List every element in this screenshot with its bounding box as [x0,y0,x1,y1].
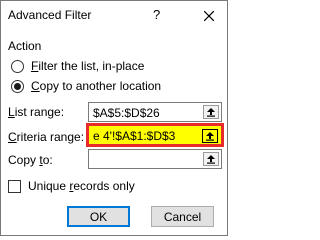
radio-copy-to-location[interactable]: Copy to another location [11,78,161,94]
advanced-filter-dialog: Advanced Filter ? Action Filter the list… [0,0,228,236]
unique-records-label: Unique records only [28,179,135,193]
title-bar: Advanced Filter ? [1,1,227,31]
close-button[interactable] [191,1,227,31]
radio-button[interactable] [11,59,24,73]
radio-filter-in-place[interactable]: Filter the list, in-place [11,58,144,74]
collapse-dialog-icon [207,155,215,164]
collapse-dialog-icon [207,108,215,117]
list-range-value: $A$5:$D$26 [93,106,160,120]
radio-copy-to-location-label: Copy to another location [31,79,162,93]
criteria-range-label: Criteria range: [8,130,85,144]
copy-to-collapse-button[interactable] [203,152,219,166]
dialog-title: Advanced Filter [8,8,92,22]
copy-to-input[interactable] [88,149,222,169]
list-range-collapse-button[interactable] [203,105,219,119]
close-icon [204,11,214,21]
list-range-label: List range: [8,105,65,119]
radio-button-selected[interactable] [11,79,24,93]
action-group-label: Action [8,39,42,53]
criteria-range-collapse-button[interactable] [202,129,218,143]
copy-to-label: Copy to: [8,153,53,167]
list-range-input[interactable]: $A$5:$D$26 [88,102,222,122]
unique-records-checkbox-row[interactable]: Unique records only [8,178,135,194]
unique-records-checkbox[interactable] [8,179,21,193]
help-button[interactable]: ? [153,7,160,22]
criteria-range-value: e 4'!$A$1:$D$3 [93,129,176,143]
collapse-dialog-icon [206,132,214,141]
cancel-button[interactable]: Cancel [151,206,214,227]
ok-button[interactable]: OK [67,206,130,227]
criteria-range-input[interactable]: e 4'!$A$1:$D$3 [86,123,224,147]
radio-filter-in-place-label: Filter the list, in-place [31,59,145,73]
